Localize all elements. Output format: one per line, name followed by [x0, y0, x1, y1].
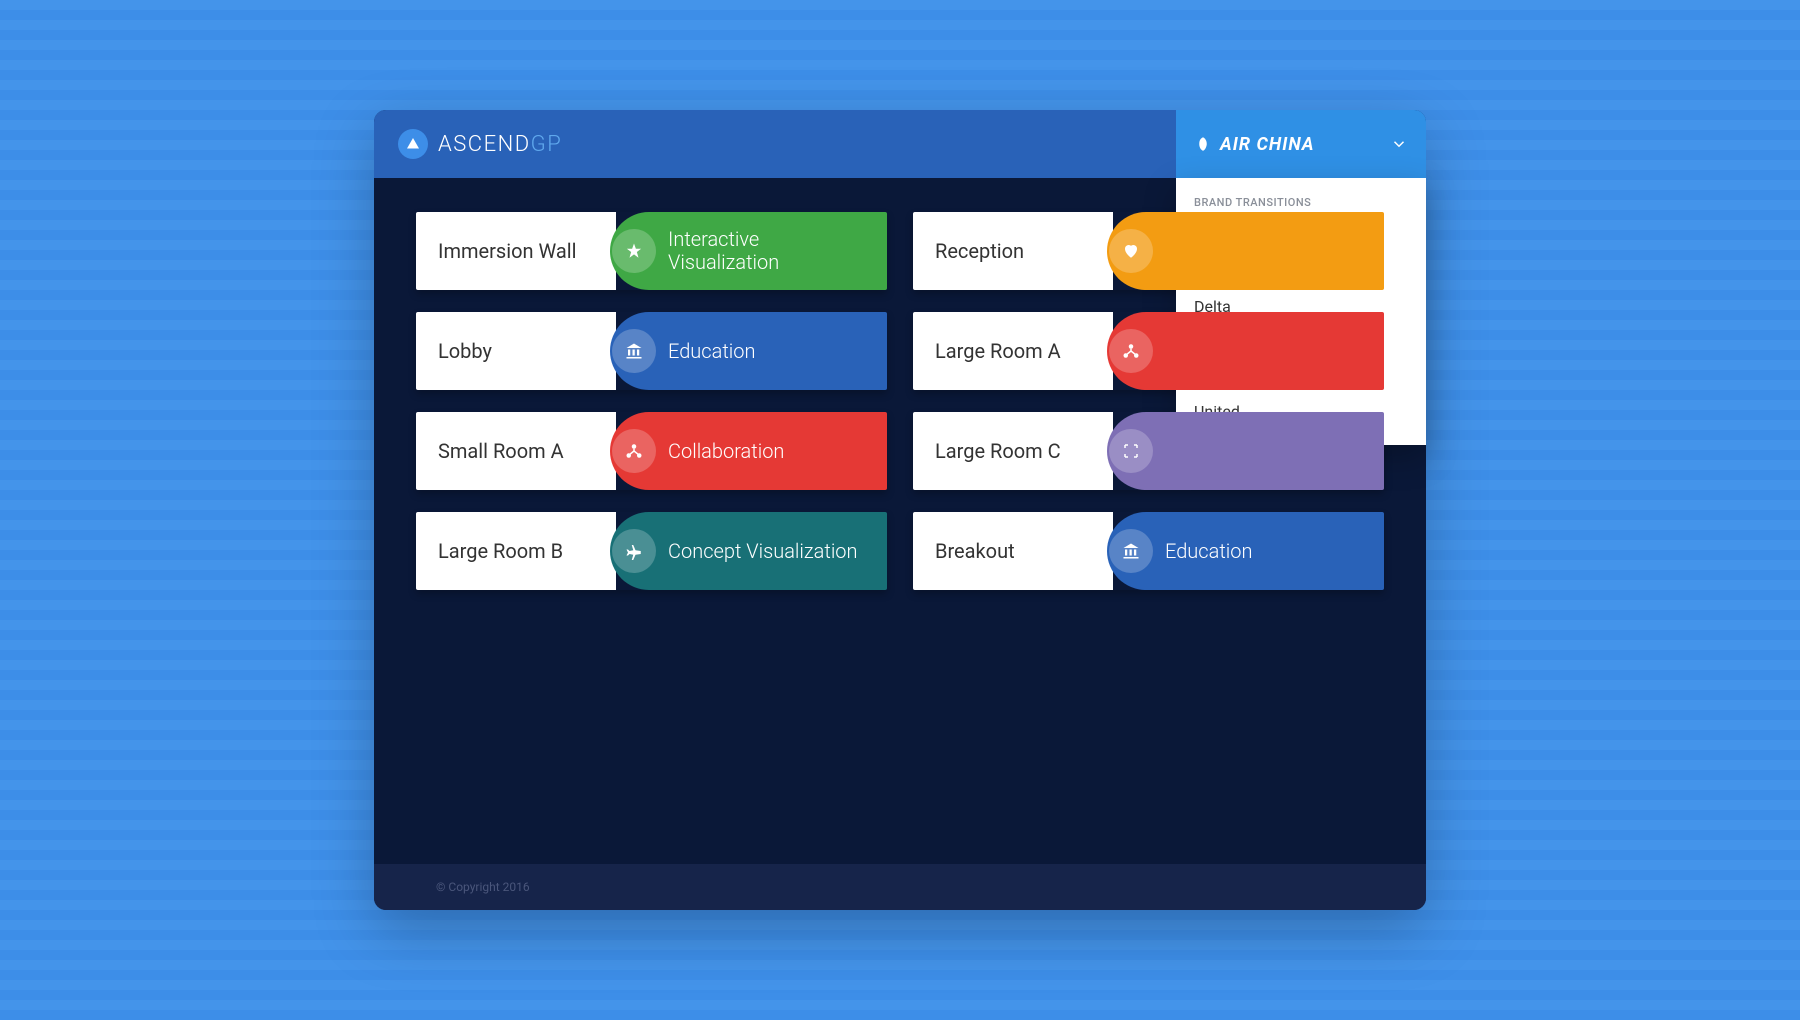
star-icon	[612, 229, 656, 273]
room-name: Breakout	[913, 512, 1113, 590]
room-card-reception[interactable]: Reception	[913, 212, 1384, 290]
logo-mark-icon	[398, 129, 428, 159]
plane-icon	[612, 529, 656, 573]
footer: © Copyright 2016	[374, 864, 1426, 910]
room-mode	[1107, 212, 1384, 290]
room-name: Lobby	[416, 312, 616, 390]
room-card-small-room-a[interactable]: Small Room A Collaboration	[416, 412, 887, 490]
room-mode: Interactive Visualization	[610, 212, 887, 290]
room-mode	[1107, 412, 1384, 490]
room-name: Reception	[913, 212, 1113, 290]
room-name: Small Room A	[416, 412, 616, 490]
brand-selector[interactable]: AIR CHINA	[1176, 110, 1426, 178]
room-mode: Education	[610, 312, 887, 390]
copyright: © Copyright 2016	[436, 880, 530, 894]
room-card-large-room-a[interactable]: Large Room A	[913, 312, 1384, 390]
chevron-down-icon	[1390, 135, 1408, 153]
brand-logo-icon	[1194, 135, 1212, 153]
brand-current: AIR CHINA	[1194, 134, 1390, 155]
room-name: Immersion Wall	[416, 212, 616, 290]
rooms-grid: Immersion Wall Interactive Visualization…	[374, 178, 1426, 864]
expand-icon	[1109, 429, 1153, 473]
room-card-large-room-b[interactable]: Large Room B Concept Visualization	[416, 512, 887, 590]
room-mode: Collaboration	[610, 412, 887, 490]
app-header: ASCENDGP AIR CHINA BRAND TRANSITIONS Ame…	[374, 110, 1426, 178]
room-mode: Education	[1107, 512, 1384, 590]
room-card-large-room-c[interactable]: Large Room C	[913, 412, 1384, 490]
room-name: Large Room B	[416, 512, 616, 590]
room-name: Large Room C	[913, 412, 1113, 490]
room-card-immersion-wall[interactable]: Immersion Wall Interactive Visualization	[416, 212, 887, 290]
room-card-breakout[interactable]: Breakout Education	[913, 512, 1384, 590]
app-window: ASCENDGP AIR CHINA BRAND TRANSITIONS Ame…	[374, 110, 1426, 910]
heart-icon	[1109, 229, 1153, 273]
bank-icon	[612, 329, 656, 373]
logo-text: ASCENDGP	[438, 132, 562, 157]
room-name: Large Room A	[913, 312, 1113, 390]
room-mode: Concept Visualization	[610, 512, 887, 590]
bank-icon	[1109, 529, 1153, 573]
logo-secondary: GP	[531, 132, 563, 157]
room-mode	[1107, 312, 1384, 390]
logo-primary: ASCEND	[438, 132, 531, 157]
nodes-icon	[612, 429, 656, 473]
nodes-icon	[1109, 329, 1153, 373]
room-card-lobby[interactable]: Lobby Education	[416, 312, 887, 390]
